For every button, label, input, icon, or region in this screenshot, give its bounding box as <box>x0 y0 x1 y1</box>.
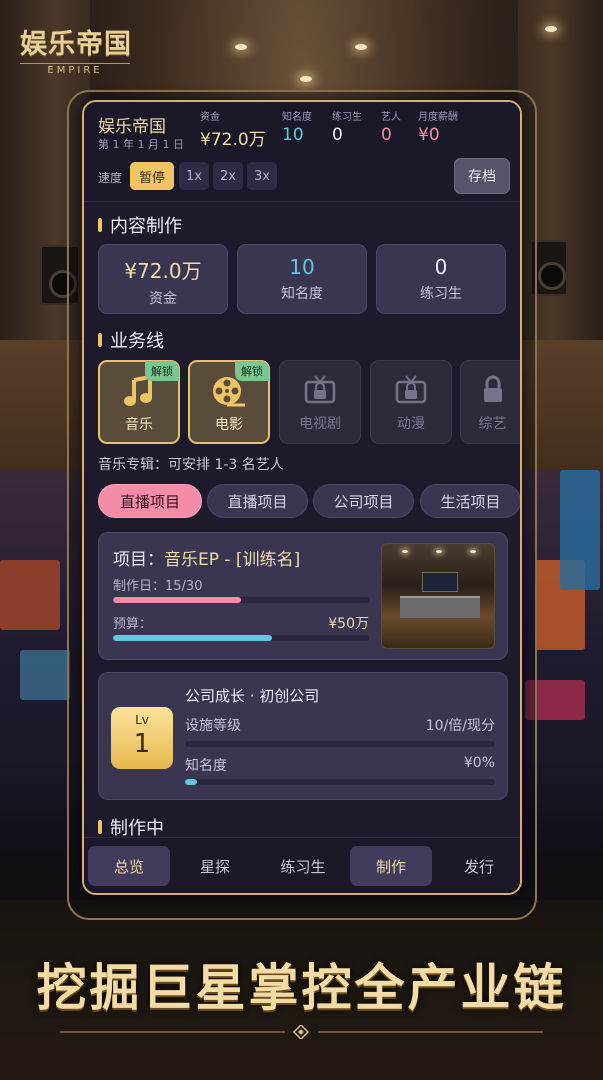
business-anime[interactable]: 动漫 <box>370 360 452 444</box>
project-day: 制作日：15/30 <box>113 579 203 594</box>
resource-card-funds: ¥72.0万 资金 <box>98 244 228 314</box>
facility-progress-track <box>185 741 495 747</box>
stat-fame: 知名度 10 <box>282 108 312 145</box>
stat-trainees: 练习生 0 <box>332 108 362 145</box>
stat-label: 资金 <box>200 112 220 123</box>
business-note: 音乐专辑：可安排 1-3 名艺人 <box>98 457 284 473</box>
nav-scout[interactable]: 星探 <box>174 846 256 886</box>
business-film[interactable]: 解锁 电影 <box>188 360 270 444</box>
business-name: 综艺 <box>478 416 507 432</box>
speed-3x-button[interactable]: 3x <box>247 162 277 190</box>
section-title-text: 业务线 <box>110 331 164 352</box>
resource-label: 练习生 <box>420 286 462 302</box>
business-variety[interactable]: 综艺 <box>460 360 520 444</box>
budget-progress-track <box>113 635 369 641</box>
level-label: Lv <box>135 713 149 727</box>
level-value: 1 <box>133 729 151 759</box>
business-tv-drama[interactable]: 电视剧 <box>279 360 361 444</box>
section-title-business: 业务线 <box>98 327 164 353</box>
growth-row-label: 知名度 <box>185 758 227 774</box>
business-name: 音乐 <box>125 417 153 433</box>
resource-card-trainees: 0 练习生 <box>376 244 506 314</box>
resource-value: 0 <box>434 255 448 279</box>
business-name: 电视剧 <box>299 416 341 432</box>
fame-progress-track <box>185 779 495 785</box>
section-title-content: 内容制作 <box>98 212 182 238</box>
speed-2x-button[interactable]: 2x <box>213 162 243 190</box>
company-growth-card: Lv 1 公司成长 · 初创公司 设施等级 10/倍/现分 知名度 ¥0% <box>98 672 508 800</box>
unlocked-badge: 解锁 <box>145 361 179 381</box>
growth-row-value: 10/倍/现分 <box>425 718 495 734</box>
stat-label: 艺人 <box>381 112 401 123</box>
game-logo: 娱乐帝国 EMPIRE <box>20 22 150 76</box>
game-date: 第 1 年 1 月 1 日 <box>98 138 184 151</box>
tab-life-project[interactable]: 生活项目 <box>420 484 520 518</box>
day-progress-fill <box>113 597 241 603</box>
stat-value: 0 <box>332 125 343 145</box>
stat-monthly-salary: 月度薪酬 ¥0 <box>418 108 458 145</box>
growth-title: 公司成长 · 初创公司 <box>185 687 320 705</box>
tab-live-project[interactable]: 直播项目 <box>98 484 202 518</box>
budget-progress-fill <box>113 635 272 641</box>
save-button[interactable]: 存档 <box>454 158 510 194</box>
growth-row-label: 设施等级 <box>185 718 241 734</box>
section-marker <box>98 333 102 347</box>
stat-label: 知名度 <box>282 112 312 123</box>
game-panel: 娱乐帝国 第 1 年 1 月 1 日 资金 ¥72.0万 知名度 10 练习生 … <box>82 100 522 895</box>
resource-label: 知名度 <box>281 286 323 302</box>
business-name: 电影 <box>215 417 243 433</box>
lock-tv-icon <box>371 373 451 407</box>
project-title: 音乐EP - [训练名] <box>164 550 301 570</box>
top-status-bar: 娱乐帝国 第 1 年 1 月 1 日 资金 ¥72.0万 知名度 10 练习生 … <box>84 102 520 202</box>
bottom-nav: 总览 星探 练习生 制作 发行 <box>84 837 520 893</box>
speed-label: 速度 <box>98 171 123 185</box>
resource-label: 资金 <box>149 291 177 307</box>
section-marker <box>98 218 102 232</box>
resource-card-fame: 10 知名度 <box>237 244 367 314</box>
ornament-divider <box>60 1025 543 1039</box>
tab-live-project-2[interactable]: 直播项目 <box>207 484 308 518</box>
stat-value: 0 <box>381 125 392 145</box>
lock-icon <box>461 373 520 407</box>
fame-progress-fill <box>185 779 198 785</box>
budget-label: 预算： <box>113 617 153 632</box>
nav-trainees[interactable]: 练习生 <box>262 846 344 886</box>
project-card[interactable]: 项目：音乐EP - [训练名] 制作日：15/30 预算： ¥50万 <box>98 532 508 660</box>
logo-title: 娱乐帝国 <box>20 29 132 60</box>
section-title-text: 内容制作 <box>110 216 182 237</box>
speed-pause-button[interactable]: 暂停 <box>130 162 174 190</box>
nav-production[interactable]: 制作 <box>350 846 432 886</box>
level-badge: Lv 1 <box>111 707 173 769</box>
business-music[interactable]: 解锁 音乐 <box>98 360 180 444</box>
project-name: 项目：音乐EP - [训练名] <box>113 545 300 570</box>
lock-tv-icon <box>280 373 360 407</box>
stat-label: 练习生 <box>332 112 362 123</box>
stat-value: ¥72.0万 <box>200 130 266 150</box>
stat-label: 月度薪酬 <box>418 112 458 123</box>
stat-funds: 资金 ¥72.0万 <box>200 108 266 150</box>
nav-overview[interactable]: 总览 <box>88 846 170 886</box>
tab-company-project[interactable]: 公司项目 <box>313 484 414 518</box>
nav-release[interactable]: 发行 <box>438 846 520 886</box>
stat-value: 10 <box>282 125 304 145</box>
resource-value: ¥72.0万 <box>124 259 202 283</box>
game-title: 娱乐帝国 <box>98 117 166 137</box>
logo-subtitle: EMPIRE <box>20 63 130 76</box>
speed-1x-button[interactable]: 1x <box>179 162 209 190</box>
resource-value: 10 <box>289 255 315 279</box>
stat-artists: 艺人 0 <box>381 108 401 145</box>
project-prefix: 项目： <box>113 550 164 570</box>
day-progress-track <box>113 597 369 603</box>
section-marker <box>98 820 102 834</box>
unlocked-badge: 解锁 <box>235 361 269 381</box>
business-name: 动漫 <box>397 416 425 432</box>
promo-slogan: 挖掘巨星掌控全产业链 <box>36 959 567 1017</box>
growth-row-value: ¥0% <box>463 755 495 771</box>
stat-value: ¥0 <box>418 125 440 145</box>
studio-image <box>381 543 495 649</box>
budget-value: ¥50万 <box>328 616 369 632</box>
